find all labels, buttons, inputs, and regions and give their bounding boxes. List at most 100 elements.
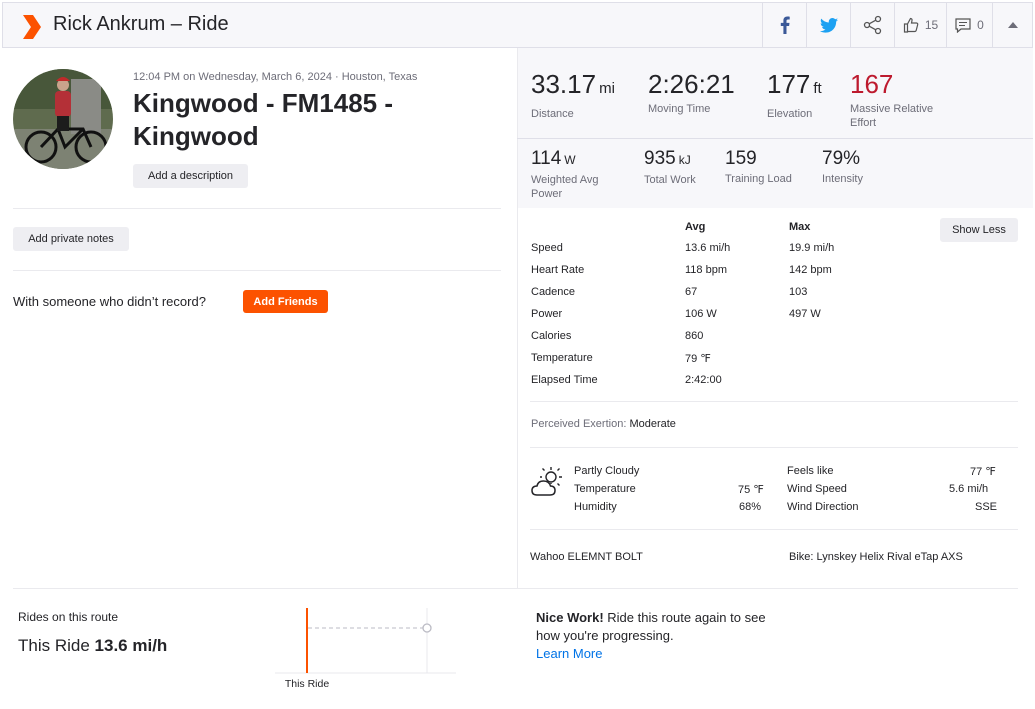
table-row: Elapsed Time 2:42:00 bbox=[531, 374, 861, 396]
divider bbox=[517, 138, 1033, 139]
strava-chevron-icon bbox=[23, 15, 41, 39]
row-avg: 106 W bbox=[685, 308, 717, 320]
activity-header: Rick Ankrum – Ride 15 0 bbox=[2, 2, 1033, 48]
row-avg: 79 ℉ bbox=[685, 353, 711, 365]
partly-cloudy-icon bbox=[531, 467, 562, 496]
divider bbox=[13, 208, 501, 209]
wind-speed-label: Wind Speed bbox=[787, 483, 847, 495]
stat-label: Training Load bbox=[725, 173, 792, 185]
stat-weighted-power: 114 W Weighted Avg Power bbox=[531, 148, 621, 201]
row-avg: 860 bbox=[685, 330, 704, 342]
this-ride-label: This Ride bbox=[18, 636, 90, 655]
row-label: Speed bbox=[531, 242, 563, 254]
add-description-button[interactable]: Add a description bbox=[133, 164, 248, 188]
route-chart-svg: This Ride bbox=[275, 608, 456, 690]
column-divider bbox=[517, 208, 518, 588]
facebook-icon bbox=[780, 16, 790, 34]
stat-unit: W bbox=[564, 153, 576, 167]
stat-value: 79% bbox=[822, 148, 861, 169]
table-row: Power 106 W 497 W bbox=[531, 308, 861, 330]
comment-count: 0 bbox=[977, 18, 984, 32]
divider bbox=[13, 270, 501, 271]
table-row: Cadence 67 103 bbox=[531, 286, 861, 308]
share-icon bbox=[863, 15, 881, 35]
thumbs-up-icon bbox=[903, 17, 919, 33]
bike-name: Bike: Lynskey Helix Rival eTap AXS bbox=[789, 551, 963, 563]
comments-button[interactable]: 0 bbox=[946, 3, 992, 47]
row-avg: 13.6 mi/h bbox=[685, 242, 731, 254]
rides-on-route-title: Rides on this route bbox=[18, 610, 119, 624]
athlete-avatar[interactable] bbox=[13, 69, 113, 169]
device-name: Wahoo ELEMNT BOLT bbox=[530, 551, 643, 563]
with-someone-text: With someone who didn’t record? bbox=[13, 294, 206, 309]
weather-humidity-value: 68% bbox=[739, 501, 762, 513]
row-avg: 118 bpm bbox=[685, 264, 727, 276]
stat-value: 177 bbox=[767, 69, 811, 99]
feels-like-label: Feels like bbox=[787, 465, 834, 477]
stat-elevation: 177 ft Elevation bbox=[767, 70, 822, 121]
stat-label: Distance bbox=[531, 108, 574, 120]
perceived-label: Perceived Exertion: bbox=[531, 418, 627, 430]
perceived-value: Moderate bbox=[629, 418, 676, 430]
this-ride-value: 13.6 mi/h bbox=[94, 636, 168, 655]
max-header: Max bbox=[789, 221, 811, 233]
weather-panel: Partly Cloudy Temperature 75 ℉ Humidity … bbox=[531, 463, 1001, 523]
table-row: Heart Rate 118 bpm 142 bpm bbox=[531, 264, 861, 286]
divider bbox=[530, 447, 1018, 448]
collapse-button[interactable] bbox=[992, 3, 1032, 47]
show-less-button[interactable]: Show Less bbox=[940, 218, 1018, 242]
row-avg: 2:42:00 bbox=[685, 374, 722, 386]
stat-label: Massive Relative Effort bbox=[850, 103, 934, 129]
stat-label: Intensity bbox=[822, 173, 863, 185]
stat-value: 167 bbox=[850, 69, 894, 99]
comment-icon bbox=[955, 17, 971, 33]
perceived-exertion: Perceived Exertion: Moderate bbox=[531, 418, 676, 430]
stat-moving-time: 2:26:21 Moving Time bbox=[648, 70, 735, 116]
table-row: Temperature 79 ℉ bbox=[531, 352, 861, 374]
add-friends-button[interactable]: Add Friends bbox=[243, 290, 328, 313]
row-avg: 67 bbox=[685, 286, 698, 298]
stat-unit: mi bbox=[599, 80, 615, 97]
nice-work-bold: Nice Work! bbox=[536, 610, 604, 625]
twitter-share-button[interactable] bbox=[806, 3, 850, 47]
divider bbox=[13, 588, 1018, 589]
row-label: Calories bbox=[531, 330, 572, 342]
wind-direction-value: SSE bbox=[975, 501, 998, 513]
facebook-share-button[interactable] bbox=[762, 3, 806, 47]
stat-value: 159 bbox=[725, 148, 757, 169]
feels-like-value: 77 ℉ bbox=[970, 466, 996, 478]
stat-value: 33.17 bbox=[531, 69, 597, 99]
athlete-photo bbox=[13, 69, 113, 169]
divider bbox=[530, 529, 1018, 530]
stat-distance: 33.17 mi Distance bbox=[531, 70, 615, 121]
table-row: Calories 860 bbox=[531, 330, 861, 352]
stat-label: Total Work bbox=[644, 174, 696, 186]
stat-intensity: 79% Intensity bbox=[822, 148, 863, 186]
avg-header: Avg bbox=[685, 221, 706, 233]
weather-humidity-label: Humidity bbox=[574, 501, 617, 513]
route-comparison-chart[interactable]: This Ride bbox=[275, 605, 460, 700]
weather-temperature-label: Temperature bbox=[574, 483, 636, 495]
caret-up-icon bbox=[1007, 22, 1018, 28]
learn-more-link[interactable]: Learn More bbox=[536, 646, 602, 661]
weather-temperature-value: 75 ℉ bbox=[738, 484, 764, 496]
stat-unit: ft bbox=[813, 80, 822, 97]
chart-point bbox=[422, 623, 432, 633]
kudos-count: 15 bbox=[924, 18, 939, 32]
share-button[interactable] bbox=[850, 3, 894, 47]
weather-condition: Partly Cloudy bbox=[574, 465, 640, 477]
row-label: Power bbox=[531, 308, 563, 320]
kudos-button[interactable]: 15 bbox=[894, 3, 946, 47]
header-actions: 15 0 bbox=[762, 3, 1032, 47]
row-label: Elapsed Time bbox=[531, 374, 598, 386]
add-private-notes-button[interactable]: Add private notes bbox=[13, 227, 129, 251]
stat-training-load: 159 Training Load bbox=[725, 148, 792, 186]
table-row: Speed 13.6 mi/h 19.9 mi/h bbox=[531, 242, 861, 264]
chart-label: This Ride bbox=[285, 678, 330, 690]
stat-relative-effort[interactable]: 167 Massive Relative Effort bbox=[850, 70, 940, 130]
row-label: Temperature bbox=[531, 352, 593, 364]
stat-total-work: 935 kJ Total Work bbox=[644, 148, 696, 187]
stat-label: Weighted Avg Power bbox=[531, 174, 599, 200]
divider bbox=[530, 401, 1018, 402]
activity-title: Kingwood - FM1485 - Kingwood bbox=[133, 88, 393, 151]
